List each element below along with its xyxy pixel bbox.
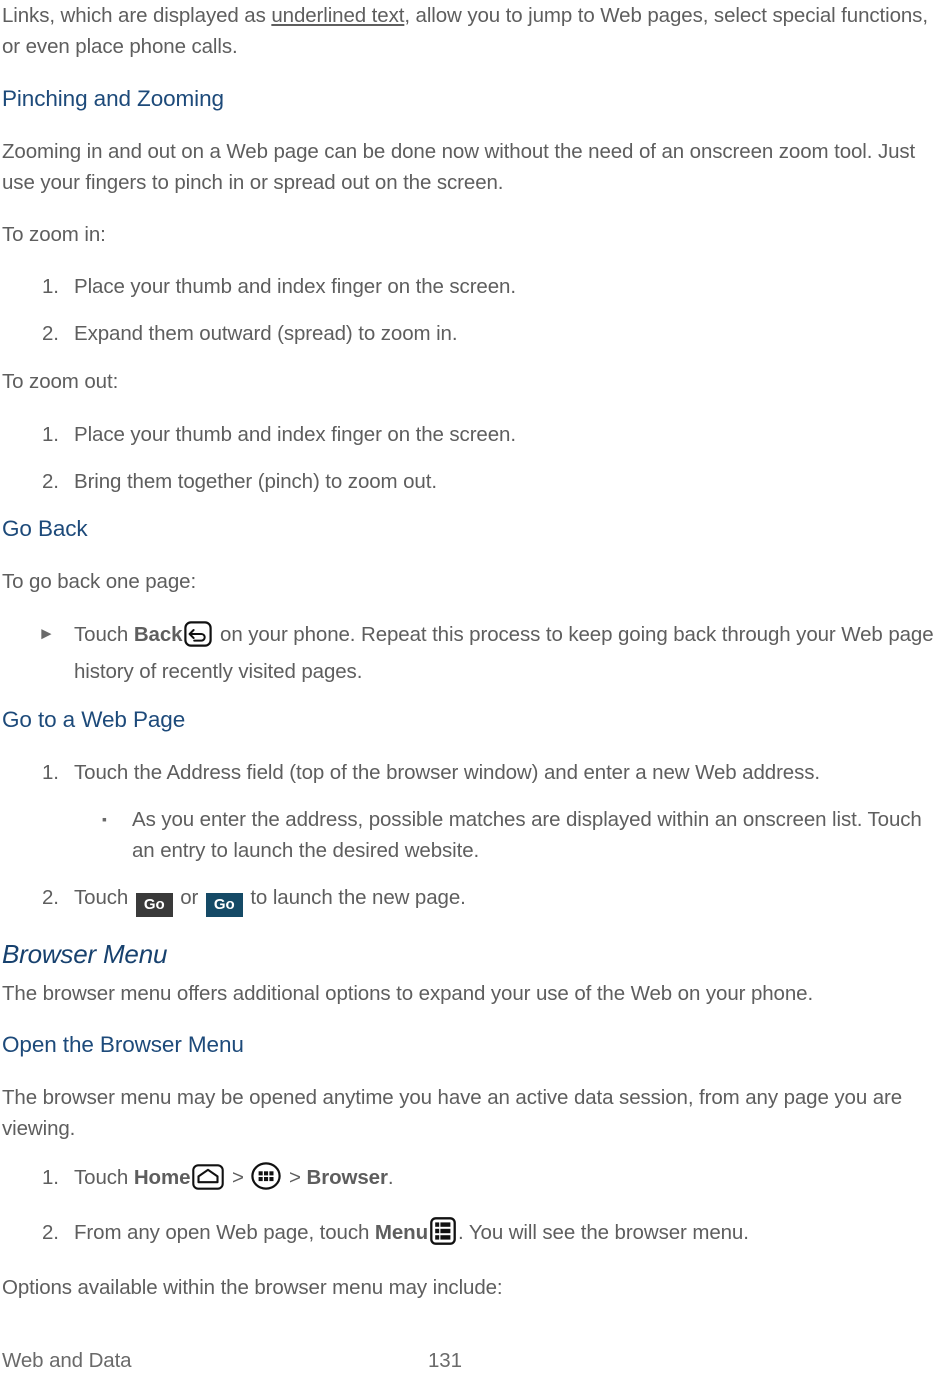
browser-menu-paragraph-text: The browser menu offers additional optio…	[2, 982, 814, 1005]
pinching-paragraph-text: Zooming in and out on a Web page can be …	[2, 140, 916, 194]
go-back-heading-block: Go Back	[2, 514, 941, 544]
zoom-out-lead-text: To zoom out:	[2, 370, 119, 393]
list-item: 2. Bring them together (pinch) to zoom o…	[2, 466, 941, 497]
goto-heading-block: Go to a Web Page	[2, 705, 941, 735]
open-menu-step1-pre-text: Touch	[74, 1166, 134, 1189]
list-item: ► Touch Back on your phone. Repeat this p…	[2, 619, 941, 687]
list-marker: 2.	[42, 886, 59, 909]
go-back-instruction-list: ► Touch Back on your phone. Repeat this p…	[2, 619, 941, 687]
heading-pinching-and-zooming: Pinching and Zooming	[2, 86, 224, 111]
heading-open-the-browser-menu: Open the Browser Menu	[2, 1032, 244, 1057]
square-bullet-icon: ▪	[102, 811, 107, 827]
intro-paragraph: Links, which are displayed as underlined…	[2, 0, 941, 62]
document-page: Links, which are displayed as underlined…	[0, 0, 947, 1391]
list-item: 2. Touch Go or Go to launch the new page.	[2, 882, 941, 917]
list-item-text: As you enter the address, possible match…	[132, 808, 922, 862]
go-back-lead: To go back one page:	[2, 566, 941, 597]
goto-step2-mid-text: or	[174, 886, 204, 909]
list-item-text: Expand them outward (spread) to zoom in.	[74, 322, 458, 345]
browser-menu-heading-block: Browser Menu	[2, 937, 941, 971]
footer-page-number: 131	[428, 1349, 462, 1372]
zoom-in-lead: To zoom in:	[2, 219, 941, 250]
list-marker: 1.	[42, 1166, 59, 1189]
options-lead: Options available within the browser men…	[2, 1272, 941, 1303]
list-marker: 2.	[42, 470, 59, 493]
apps-grid-icon	[251, 1162, 282, 1199]
go-button-dark[interactable]: Go	[135, 893, 173, 917]
go-back-pre-text: Touch	[74, 623, 134, 646]
goto-step2-pre-text: Touch	[74, 886, 134, 909]
home-bold-label: Home	[133, 1166, 191, 1189]
list-item-text: Bring them together (pinch) to zoom out.	[74, 470, 437, 493]
goto-substeps: ▪ As you enter the address, possible mat…	[2, 804, 941, 866]
heading-go-to-a-web-page: Go to a Web Page	[2, 707, 186, 732]
list-item: 1. Touch Home > > Browser.	[2, 1162, 941, 1199]
heading-browser-menu: Browser Menu	[2, 939, 168, 969]
goto-steps-2: 2. Touch Go or Go to launch the new page.	[2, 882, 941, 917]
zoom-in-steps: 1. Place your thumb and index finger on …	[2, 271, 941, 349]
go-back-bold-label: Back	[133, 623, 183, 646]
open-menu-paragraph-text: The browser menu may be opened anytime y…	[2, 1086, 903, 1140]
go-button-blue[interactable]: Go	[205, 893, 243, 917]
list-item: 2. From any open Web page, touch Menu . Yo…	[2, 1217, 941, 1254]
list-item: ▪ As you enter the address, possible mat…	[2, 804, 941, 866]
zoom-in-lead-text: To zoom in:	[2, 223, 106, 246]
list-marker: 2.	[42, 1221, 59, 1244]
options-lead-text: Options available within the browser men…	[2, 1276, 503, 1299]
list-item-text: Touch the Address field (top of the brow…	[74, 761, 820, 784]
list-item: 1. Place your thumb and index finger on …	[2, 419, 941, 450]
list-item: 1. Touch the Address field (top of the b…	[2, 757, 941, 788]
back-arrow-icon	[184, 621, 213, 656]
arrow-bullet-icon: ►	[38, 624, 55, 643]
goto-step2-post-text: to launch the new page.	[244, 886, 466, 909]
list-marker: 1.	[42, 423, 59, 446]
menu-list-icon	[430, 1217, 456, 1254]
menu-bold-label: Menu	[374, 1221, 429, 1244]
list-item-text: Place your thumb and index finger on the…	[74, 423, 516, 446]
open-menu-step2-pre-text: From any open Web page, touch	[74, 1221, 375, 1244]
zoom-out-steps: 1. Place your thumb and index finger on …	[2, 419, 941, 497]
goto-steps: 1. Touch the Address field (top of the b…	[2, 757, 941, 788]
browser-menu-paragraph: The browser menu offers additional optio…	[2, 978, 941, 1009]
open-menu-paragraph: The browser menu may be opened anytime y…	[2, 1082, 941, 1144]
heading-go-back: Go Back	[2, 516, 88, 541]
list-item-text: Place your thumb and index finger on the…	[74, 275, 516, 298]
underlined-text-example: underlined text	[271, 4, 405, 27]
open-menu-steps: 1. Touch Home > > Browser. 2. From any ope…	[2, 1162, 941, 1254]
list-item: 2. Expand them outward (spread) to zoom …	[2, 318, 941, 349]
list-marker: 2.	[42, 322, 59, 345]
list-item: 1. Place your thumb and index finger on …	[2, 271, 941, 302]
open-menu-step2-post-text: . You will see the browser menu.	[458, 1221, 749, 1244]
list-marker: 1.	[42, 761, 59, 784]
go-back-lead-text: To go back one page:	[2, 570, 197, 593]
browser-bold-label: Browser	[306, 1166, 388, 1189]
pinching-paragraph: Zooming in and out on a Web page can be …	[2, 136, 941, 198]
zoom-out-lead: To zoom out:	[2, 366, 941, 397]
home-icon	[192, 1164, 225, 1199]
list-marker: 1.	[42, 275, 59, 298]
intro-pre-text: Links, which are displayed as	[2, 4, 272, 27]
open-menu-step1-sep2: >	[283, 1166, 307, 1189]
page-footer: Web and Data 131	[0, 1349, 947, 1379]
open-menu-heading-block: Open the Browser Menu	[2, 1030, 941, 1060]
open-menu-step1-sep1: >	[226, 1166, 250, 1189]
footer-chapter-label: Web and Data	[2, 1349, 132, 1372]
pinching-heading-block: Pinching and Zooming	[2, 84, 941, 114]
open-menu-step1-post: .	[387, 1166, 394, 1189]
